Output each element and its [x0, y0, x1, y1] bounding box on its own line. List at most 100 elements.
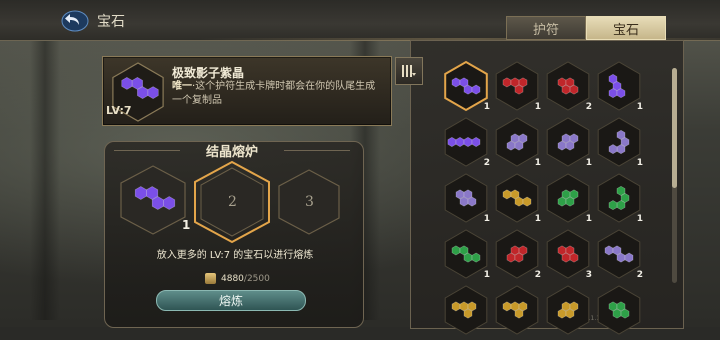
gem-count: 1 [483, 214, 490, 224]
gem-facet [616, 252, 626, 263]
gem-count: 1 [585, 158, 592, 168]
gem-count: 3 [585, 270, 592, 280]
inventory-gem-slot[interactable] [440, 284, 492, 336]
inventory-gem-slot[interactable]: 1 [491, 116, 543, 168]
gem-facet [455, 137, 465, 147]
gem-facet [506, 252, 516, 263]
gem-icon [597, 285, 641, 335]
gem-facet [608, 88, 618, 99]
gem-count: 1 [483, 102, 490, 112]
gem-count: 1 [483, 270, 490, 280]
cost-max: /2500 [243, 273, 270, 284]
inventory-gem-slot[interactable]: 1 [593, 60, 645, 112]
gem-facet [569, 252, 579, 263]
gem-facet [506, 140, 516, 151]
gem-facet [561, 252, 571, 263]
gem-facet [514, 140, 524, 151]
gem-facet [451, 77, 461, 88]
gem-facet [557, 140, 567, 151]
gem-facet [463, 137, 473, 147]
tab-talisman[interactable]: 护符 [506, 16, 586, 40]
gem-facet [147, 86, 159, 99]
gem-count: 2 [585, 102, 592, 112]
gem-facet [612, 308, 622, 319]
gem-facet [557, 308, 567, 319]
smelt-button[interactable]: 熔炼 [156, 290, 306, 311]
gem-facet [620, 308, 630, 319]
page-title: 宝石 [97, 14, 125, 30]
inventory-gem-slot[interactable]: 1 [491, 60, 543, 112]
inventory-gem-slot[interactable]: 1 [440, 60, 492, 112]
gem-facet [471, 84, 481, 95]
scroll-currency-icon [205, 273, 216, 284]
gem-facet [471, 137, 481, 147]
inventory-gem-slot[interactable]: 1 [542, 116, 594, 168]
gem-facet [467, 196, 477, 207]
inventory-gem-slot[interactable]: 1 [491, 172, 543, 224]
forge-slot-3-label: 3 [305, 194, 314, 210]
gem-facet [616, 144, 626, 155]
gem-facet [463, 308, 473, 319]
inventory-gem-slot[interactable]: 1 [542, 172, 594, 224]
back-arrow-icon [61, 10, 89, 32]
gem-facet [616, 88, 626, 99]
gem-facet [557, 196, 567, 207]
sort-filter-icon [402, 65, 416, 77]
gem-facet [561, 84, 571, 95]
gem-facet [514, 84, 524, 95]
gem-count: 1 [636, 102, 643, 112]
forge-slot-1-count: 1 [182, 218, 191, 232]
gem-facet [514, 196, 524, 207]
inventory-gem-slot[interactable]: 3 [542, 228, 594, 280]
gem-facet [514, 252, 524, 263]
forge-hint: 放入更多的 LV:7 的宝石以进行熔炼 [156, 250, 314, 261]
gem-facet [459, 196, 469, 207]
inventory-gem-slot[interactable]: 2 [542, 60, 594, 112]
forge-title: 结晶熔炉 [205, 145, 258, 160]
gem-facet [514, 308, 524, 319]
inventory-gem-slot[interactable]: 2 [593, 228, 645, 280]
gem-facet [565, 140, 575, 151]
gem-facet [616, 200, 626, 211]
gem-icon [495, 285, 539, 335]
inventory-gem-slot[interactable] [593, 284, 645, 336]
inventory-scrollbar[interactable] [672, 68, 677, 283]
gem-facet [604, 245, 614, 256]
forge-divider-left [114, 150, 180, 151]
gem-facet [121, 77, 133, 90]
gem-facet [471, 252, 481, 263]
gem-facet [502, 77, 512, 88]
gem-icon [444, 285, 488, 335]
inventory-gem-slot[interactable] [491, 284, 543, 336]
gem-name: 极致影子紫晶 [172, 66, 245, 80]
gem-count: 2 [636, 270, 643, 280]
gem-facet [447, 137, 457, 147]
filter-button[interactable] [395, 57, 423, 85]
scrollbar-thumb[interactable] [672, 68, 677, 188]
gem-facet [463, 252, 473, 263]
inventory-gem-slot[interactable]: 1 [440, 172, 492, 224]
gem-facet [608, 144, 618, 155]
gem-facet [137, 86, 149, 99]
inventory-gem-slot[interactable]: 1 [593, 172, 645, 224]
gem-count: 1 [534, 158, 541, 168]
forge-slot-1[interactable] [118, 164, 188, 236]
gem-facet [451, 301, 461, 312]
tab-gem[interactable]: 宝石 [586, 16, 666, 40]
inventory-gem-slot[interactable]: 2 [491, 228, 543, 280]
gem-facet [608, 200, 618, 211]
gem-facet [522, 196, 532, 207]
gem-count: 1 [585, 214, 592, 224]
gem-description: 唯一·这个护符生成卡牌时都会在你的队尾生成一个复制品 [172, 80, 384, 108]
inventory-gem-slot[interactable] [542, 284, 594, 336]
back-button[interactable] [60, 8, 90, 34]
inventory-gem-slot[interactable]: 2 [440, 116, 492, 168]
cost-current: 4880 [221, 273, 244, 284]
gem-count: 1 [636, 214, 643, 224]
inventory-gem-slot[interactable]: 1 [440, 228, 492, 280]
gem-facet [451, 245, 461, 256]
gem-facet [565, 196, 575, 207]
inventory-gem-slot[interactable]: 1 [593, 116, 645, 168]
gem-facet [463, 84, 473, 95]
gem-count: 1 [636, 158, 643, 168]
